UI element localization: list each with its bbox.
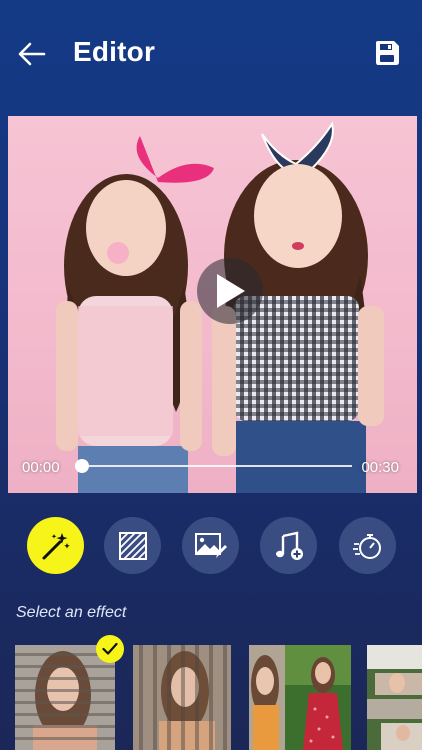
arrow-left-icon (18, 42, 46, 66)
page-title: Editor (73, 36, 156, 67)
effect-thumbnail[interactable] (133, 645, 231, 750)
seek-thumb[interactable] (75, 459, 89, 473)
duration-tool-button[interactable] (339, 517, 396, 574)
stopwatch-icon (352, 533, 381, 559)
add-music-tool-button[interactable] (260, 517, 317, 574)
effect-tool-button[interactable] (27, 517, 84, 574)
effect-preview-image (15, 645, 115, 750)
selected-check-badge (96, 635, 124, 663)
image-edit-icon (194, 532, 227, 558)
frame-tool-button[interactable] (104, 517, 161, 574)
diagonal-lines-icon (118, 531, 147, 560)
video-preview[interactable]: 00:00 00:30 (8, 116, 417, 493)
image-edit-tool-button[interactable] (182, 517, 239, 574)
effect-preview-image (367, 645, 422, 750)
current-time: 00:00 (22, 459, 60, 476)
effect-preview-image (249, 645, 351, 750)
effect-thumbnail[interactable] (367, 645, 422, 750)
checkmark-icon (102, 642, 118, 655)
effect-thumbnail[interactable] (249, 645, 351, 750)
play-icon (217, 274, 245, 308)
top-app-bar: Editor (0, 0, 422, 108)
effect-preview-image (133, 645, 231, 750)
music-add-icon (275, 531, 303, 560)
play-button[interactable] (197, 258, 263, 324)
effects-section-label: Select an effect (16, 604, 127, 621)
magic-wand-icon (42, 532, 70, 559)
floppy-disk-icon (376, 41, 399, 65)
save-button[interactable] (374, 40, 402, 68)
total-time: 00:30 (361, 459, 399, 476)
back-button[interactable] (16, 38, 48, 70)
seek-bar[interactable] (84, 465, 352, 467)
effect-thumbnail[interactable] (15, 645, 115, 750)
